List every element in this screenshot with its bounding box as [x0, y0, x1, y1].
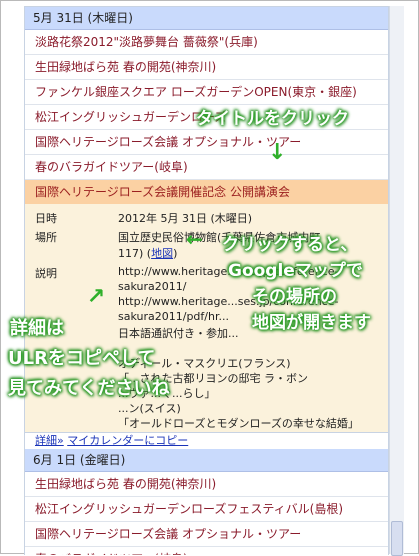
details-link[interactable]: 詳細»: [35, 434, 64, 447]
place-value-2: 117): [118, 247, 144, 260]
annotation-map-4: 地図が開きます: [252, 313, 371, 333]
event-item[interactable]: 生田緑地ばら苑 春の開苑(神奈川): [25, 55, 388, 80]
annotation-title-click: タイトルをクリック: [196, 109, 349, 129]
arrow-left-icon: ←: [186, 227, 203, 251]
scrollbar-thumb[interactable]: [391, 521, 403, 556]
desc-line: ...ン(スイス): [118, 402, 181, 415]
map-link[interactable]: 地図: [151, 247, 173, 260]
date-header-may31: 5月 31日 (木曜日): [25, 7, 388, 30]
event-item[interactable]: 国際ヘリテージローズ会議 オプショナル・ツアー: [25, 522, 388, 547]
date-value: 2012年 5月 31日 (木曜日): [118, 212, 253, 225]
desc-line: 日本語通訳付き・参加...: [118, 327, 239, 340]
annotation-map-1: クリックすると、: [222, 235, 358, 255]
annotation-url-2: ULRをコピペして: [8, 348, 156, 369]
annotation-url-1: 詳細は: [10, 318, 64, 339]
detail-links: 詳細» マイカレンダーにコピー: [35, 432, 188, 448]
desc-line: sakura2011/: [118, 280, 187, 293]
arrow-down-icon: ↓: [268, 140, 287, 165]
desc-line: 「オールドローズとモダンローズの幸せな結婚」: [118, 417, 359, 430]
place-label: 場所: [35, 231, 57, 244]
date-label: 日時: [35, 212, 57, 225]
annotation-url-3: 見てみてくださいね: [8, 378, 170, 399]
annotation-map-2: Googleマップで: [228, 261, 363, 281]
date-header-jun1: 6月 1日 (金曜日): [25, 449, 388, 472]
selected-event-title[interactable]: 国際ヘリテージローズ会議開催記念 公開講演会: [25, 180, 388, 204]
event-item[interactable]: 淡路花祭2012"淡路夢舞台 薔薇祭"(兵庫): [25, 30, 388, 55]
event-item[interactable]: 松江イングリッシュガーデンローズフェスティバル(島根): [25, 497, 388, 522]
desc-label: 説明: [35, 267, 57, 280]
event-item[interactable]: 生田緑地ばら苑 春の開苑(神奈川): [25, 472, 388, 497]
place-value-cont: 117) (地図): [118, 247, 178, 260]
add-to-calendar-link[interactable]: マイカレンダーにコピー: [67, 434, 188, 447]
desc-line: sakura2011/pdf/hr...: [118, 310, 229, 323]
annotation-map-3: その場所の: [252, 287, 337, 307]
event-item[interactable]: 春のバラガイドツアー(岐阜): [25, 155, 388, 180]
vertical-scrollbar[interactable]: [389, 6, 404, 554]
event-item[interactable]: 国際ヘリテージローズ会議 オプショナル・ツアー: [25, 130, 388, 155]
event-item[interactable]: ファンケル銀座スクエア ローズガーデンOPEN(東京・銀座): [25, 80, 388, 105]
